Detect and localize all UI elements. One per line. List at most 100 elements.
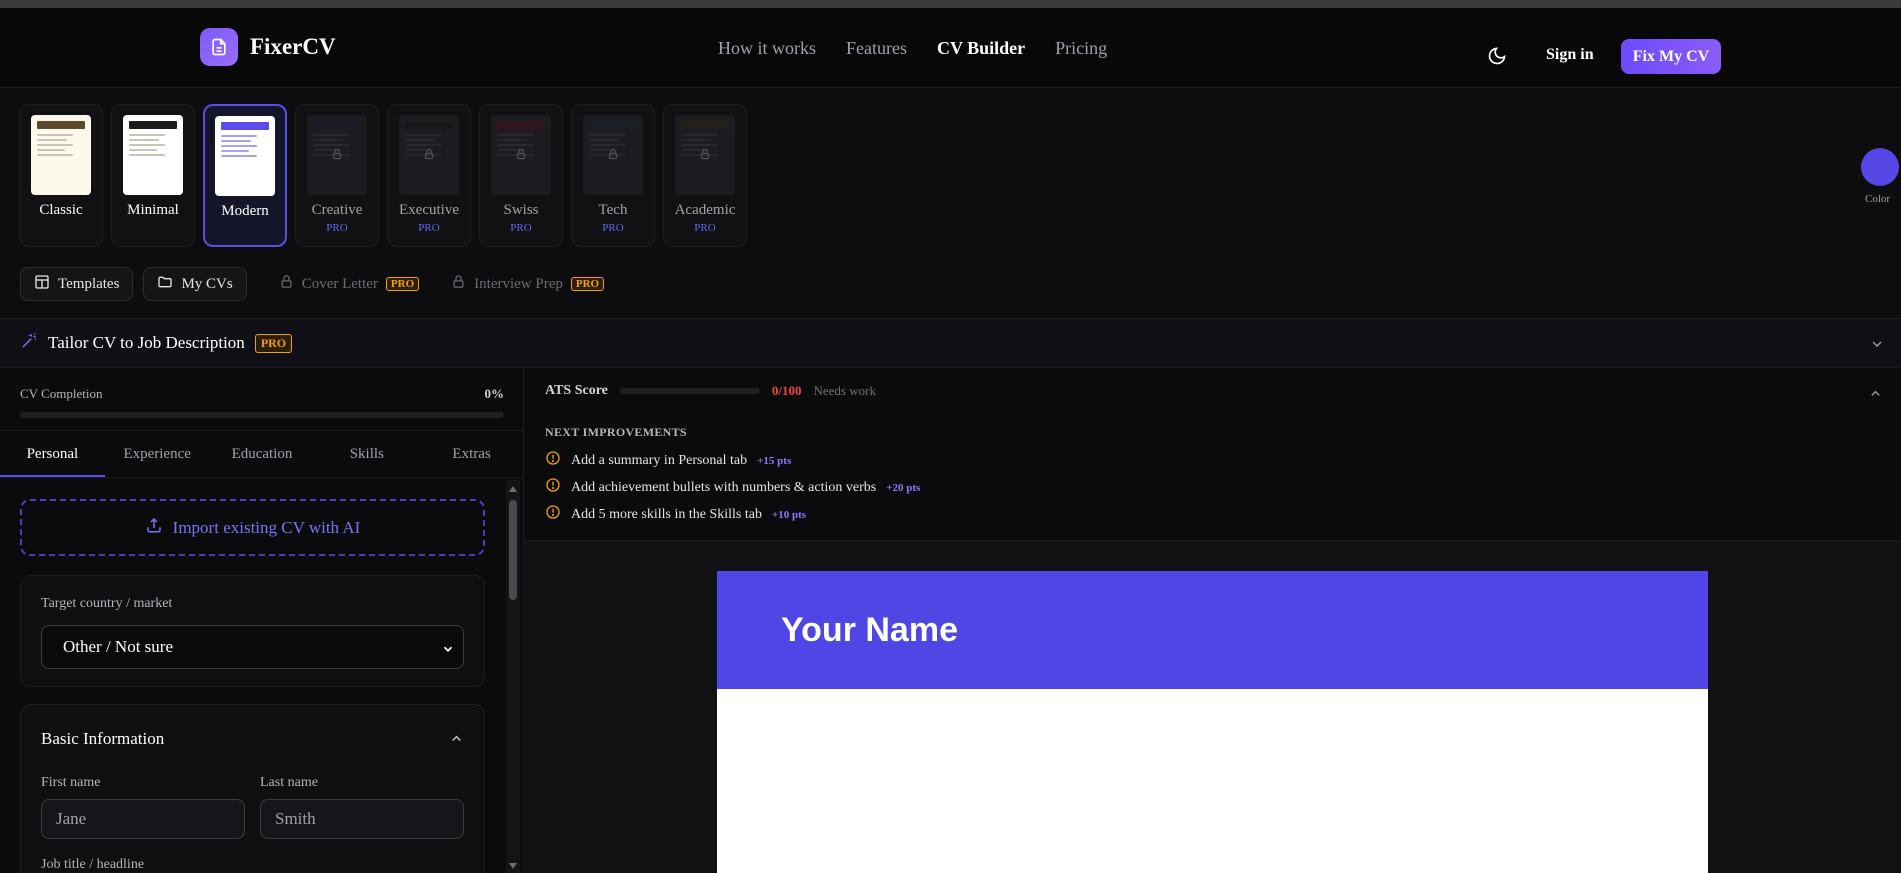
import-label: Import existing CV with AI [172,517,361,537]
cover-letter-item[interactable]: Cover Letter PRO [279,274,420,294]
thumbnail-line [589,134,625,136]
thumbnail-header-bar [405,121,453,129]
thumbnail-line [313,134,349,136]
thumbnail-line [37,134,73,136]
cv-completion: CV Completion 0% [20,386,504,402]
sign-in-link[interactable]: Sign in [1546,46,1594,64]
template-name: Swiss [503,202,539,218]
thumbnail-line [313,139,343,141]
thumbnail-line [589,144,625,146]
tab-personal[interactable]: Personal [0,431,105,477]
tab-education[interactable]: Education [210,431,315,477]
improvement-text: Add achievement bullets with numbers & a… [571,479,877,495]
templates-button[interactable]: Templates [20,267,134,301]
alert-circle-icon [545,504,561,525]
template-name: Modern [221,203,269,219]
template-thumbnail [215,116,275,196]
alert-circle-icon [545,450,561,471]
ats-header: ATS Score 0/100 Needs work [545,383,876,399]
my-cvs-button[interactable]: My CVs [143,267,247,301]
template-name: Classic [39,202,83,218]
nav-link-how-it-works[interactable]: How it works [718,38,816,59]
chevron-up-icon[interactable] [449,731,464,751]
preview-pane: ATS Score 0/100 Needs work NEXT IMPROVEM… [525,368,1901,873]
thumbnail-line [681,144,717,146]
nav-link-pricing[interactable]: Pricing [1055,38,1107,59]
template-pro-label: PRO [326,222,348,234]
template-card-classic[interactable]: Classic [19,104,103,247]
template-card-tech[interactable]: Tech PRO [571,104,655,247]
first-name-field[interactable]: Jane [41,799,245,839]
improvement-item[interactable]: Add a summary in Personal tab +15 pts [545,450,791,471]
chevron-down-icon [441,641,455,661]
template-name: Creative [311,202,363,218]
country-select[interactable]: Other / Not sure [41,625,464,669]
thumbnail-line [129,144,165,146]
nav-link-cv-builder[interactable]: CV Builder [937,38,1025,59]
last-name-field[interactable]: Smith [260,799,464,839]
tailor-title: Tailor CV to Job Description [48,333,245,352]
chevron-down-icon[interactable] [1869,336,1885,357]
thumbnail-header-bar [589,121,637,129]
lock-icon [515,147,526,160]
improvement-item[interactable]: Add achievement bullets with numbers & a… [545,477,920,498]
cv-preview-header: Your Name [717,571,1708,689]
template-pro-label: PRO [418,222,440,234]
template-card-swiss[interactable]: Swiss PRO [479,104,563,247]
thumbnail-header-bar [37,121,85,129]
thumbnail-line [221,155,257,157]
scroll-down-arrow[interactable] [509,863,517,869]
magic-wand-icon [20,332,38,355]
moon-icon[interactable] [1487,46,1507,66]
ats-status: Needs work [813,383,876,398]
template-thumbnail [675,115,735,195]
lock-icon [331,147,342,160]
pro-badge: PRO [570,277,605,291]
ats-title: ATS Score [545,383,608,398]
pro-badge: PRO [385,277,420,291]
thumbnail-line [681,139,711,141]
nav-link-features[interactable]: Features [846,38,907,59]
templates-label: Templates [58,275,120,292]
template-card-minimal[interactable]: Minimal [111,104,195,247]
template-card-executive[interactable]: Executive PRO [387,104,471,247]
improvement-points: +15 pts [757,454,792,467]
editor-scrollbar[interactable] [506,480,520,873]
improvement-item[interactable]: Add 5 more skills in the Skills tab +10 … [545,504,806,525]
country-card: Target country / market Other / Not sure [20,575,485,687]
improvements-heading: NEXT IMPROVEMENTS [545,425,687,439]
completion-label: CV Completion [20,386,103,401]
scroll-up-arrow[interactable] [509,486,517,492]
tab-extras[interactable]: Extras [419,431,524,477]
cover-letter-label: Cover Letter [301,275,378,292]
template-pro-label: PRO [694,222,716,234]
template-card-academic[interactable]: Academic PRO [663,104,747,247]
thumbnail-header-bar [497,121,545,129]
document-icon [200,28,238,66]
nav-links: How it works Features CV Builder Pricing [718,38,1107,59]
cv-preview-name: Your Name [781,610,958,649]
job-title-label: Job title / headline [41,857,145,872]
interview-prep-item[interactable]: Interview Prep PRO [451,274,605,294]
color-swatch[interactable] [1861,148,1899,186]
improvement-text: Add a summary in Personal tab [571,452,748,468]
template-card-modern[interactable]: Modern [203,104,287,247]
import-cv-button[interactable]: Import existing CV with AI [20,499,485,556]
interview-prep-label: Interview Prep [474,275,563,292]
layout-icon [34,274,50,295]
template-card-creative[interactable]: Creative PRO [295,104,379,247]
thumbnail-line [129,139,159,141]
template-pro-label: PRO [602,222,624,234]
template-pro-label: PRO [510,222,532,234]
chevron-up-icon[interactable] [1868,386,1883,406]
fix-my-cv-button[interactable]: Fix My CV [1621,39,1721,74]
tailor-cv-bar[interactable]: Tailor CV to Job Description PRO [0,318,1901,368]
window-top-strip [0,0,1901,8]
lock-icon [699,147,710,160]
ats-panel: ATS Score 0/100 Needs work NEXT IMPROVEM… [525,368,1901,541]
scroll-thumb[interactable] [509,500,517,600]
my-cvs-label: My CVs [181,275,233,292]
tab-skills[interactable]: Skills [314,431,419,477]
brand[interactable]: FixerCV [200,28,336,66]
tab-experience[interactable]: Experience [105,431,210,477]
